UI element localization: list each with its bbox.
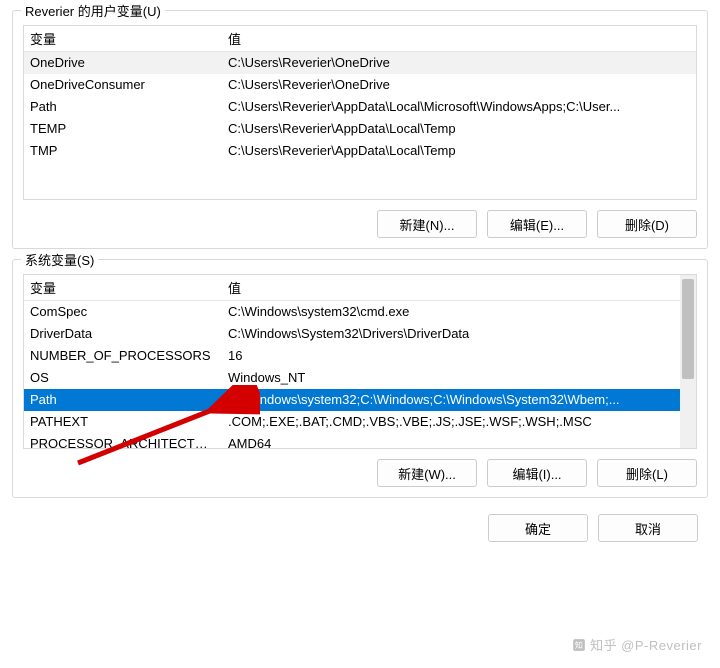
table-row[interactable]: PROCESSOR_ARCHITECTURE AMD64: [24, 433, 696, 449]
user-delete-button[interactable]: 删除(D): [597, 210, 697, 238]
user-col-val[interactable]: 值: [222, 26, 696, 52]
system-new-button[interactable]: 新建(W)...: [377, 459, 477, 487]
table-row[interactable]: TMP C:\Users\Reverier\AppData\Local\Temp: [24, 140, 696, 162]
table-row[interactable]: Path C:\Users\Reverier\AppData\Local\Mic…: [24, 96, 696, 118]
system-vars-table-wrap[interactable]: 变量 值 ComSpec C:\Windows\system32\cmd.exe…: [23, 274, 697, 449]
system-delete-button[interactable]: 删除(L): [597, 459, 697, 487]
sys-col-var[interactable]: 变量: [24, 275, 222, 301]
table-row[interactable]: ComSpec C:\Windows\system32\cmd.exe: [24, 301, 696, 324]
system-scrollbar[interactable]: [680, 275, 696, 448]
user-vars-table: 变量 值 OneDrive C:\Users\Reverier\OneDrive…: [24, 26, 696, 162]
table-row[interactable]: NUMBER_OF_PROCESSORS 16: [24, 345, 696, 367]
table-row[interactable]: OS Windows_NT: [24, 367, 696, 389]
table-row[interactable]: Path C:\Windows\system32;C:\Windows;C:\W…: [24, 389, 696, 411]
table-row[interactable]: OneDrive C:\Users\Reverier\OneDrive: [24, 52, 696, 75]
svg-text:知: 知: [575, 639, 583, 649]
system-buttons-row: 新建(W)... 编辑(I)... 删除(L): [23, 459, 697, 487]
table-row[interactable]: TEMP C:\Users\Reverier\AppData\Local\Tem…: [24, 118, 696, 140]
dialog-buttons: 确定 取消: [0, 506, 720, 554]
system-scrollbar-thumb[interactable]: [682, 279, 694, 379]
system-vars-title: 系统变量(S): [21, 250, 98, 269]
table-row[interactable]: PATHEXT .COM;.EXE;.BAT;.CMD;.VBS;.VBE;.J…: [24, 411, 696, 433]
ok-button[interactable]: 确定: [488, 514, 588, 542]
user-new-button[interactable]: 新建(N)...: [377, 210, 477, 238]
user-edit-button[interactable]: 编辑(E)...: [487, 210, 587, 238]
table-row[interactable]: OneDriveConsumer C:\Users\Reverier\OneDr…: [24, 74, 696, 96]
cancel-button[interactable]: 取消: [598, 514, 698, 542]
user-vars-title: Reverier 的用户变量(U): [21, 1, 165, 20]
user-vars-table-wrap[interactable]: 变量 值 OneDrive C:\Users\Reverier\OneDrive…: [23, 25, 697, 200]
watermark: 知 知乎 @P-Reverier: [572, 635, 702, 654]
zhihu-icon: 知: [572, 638, 586, 652]
system-vars-group: 系统变量(S) 变量 值 ComSpec C:\Windows\system32…: [12, 259, 708, 498]
sys-col-val[interactable]: 值: [222, 275, 696, 301]
table-row[interactable]: DriverData C:\Windows\System32\Drivers\D…: [24, 323, 696, 345]
user-vars-group: Reverier 的用户变量(U) 变量 值 OneDrive C:\Users…: [12, 10, 708, 249]
user-buttons-row: 新建(N)... 编辑(E)... 删除(D): [23, 210, 697, 238]
user-col-var[interactable]: 变量: [24, 26, 222, 52]
system-edit-button[interactable]: 编辑(I)...: [487, 459, 587, 487]
system-vars-table: 变量 值 ComSpec C:\Windows\system32\cmd.exe…: [24, 275, 696, 449]
